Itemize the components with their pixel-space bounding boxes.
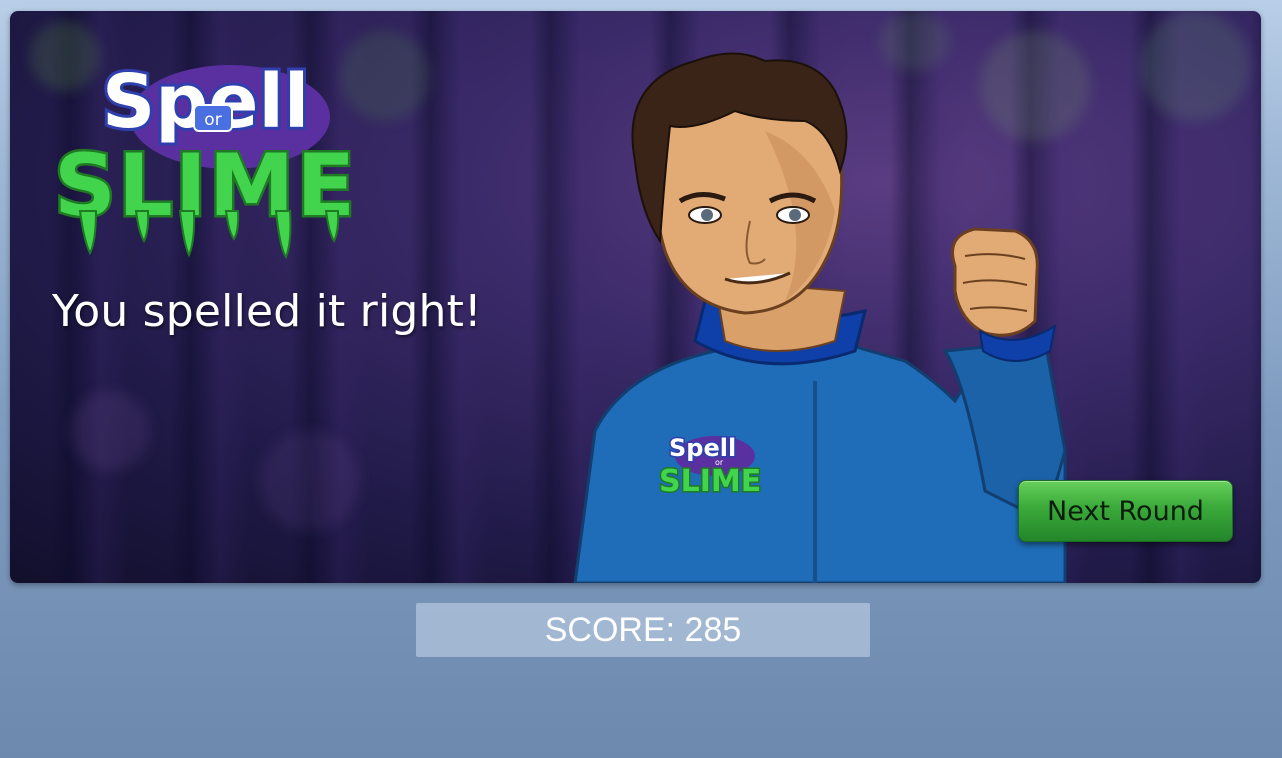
shirt-logo-slime: SLIME (659, 464, 761, 499)
bokeh-light (1140, 11, 1250, 121)
logo-word-or: or (204, 110, 221, 130)
next-round-button[interactable]: Next Round (1018, 480, 1233, 542)
shirt-logo: Spell or SLIME (658, 433, 763, 501)
shirt-logo-spell: Spell (669, 434, 736, 462)
game-stage: Spell or SLIME You spelled it right! Spe… (10, 11, 1261, 583)
score-display: SCORE: 285 (416, 603, 870, 657)
bokeh-light (260, 431, 360, 531)
logo-graphic: Spell or SLIME (52, 56, 358, 260)
result-message: You spelled it right! (52, 286, 482, 337)
score-text: SCORE: 285 (544, 610, 742, 649)
game-host-character: Spell or SLIME (565, 51, 1075, 583)
logo-word-slime: SLIME (54, 136, 357, 236)
spell-or-slime-logo: Spell or SLIME (40, 35, 370, 265)
logo-word-spell: Spell (102, 59, 309, 145)
next-round-label: Next Round (1047, 495, 1204, 527)
bokeh-light (70, 391, 150, 471)
host-illustration: Spell or SLIME (573, 52, 1067, 583)
